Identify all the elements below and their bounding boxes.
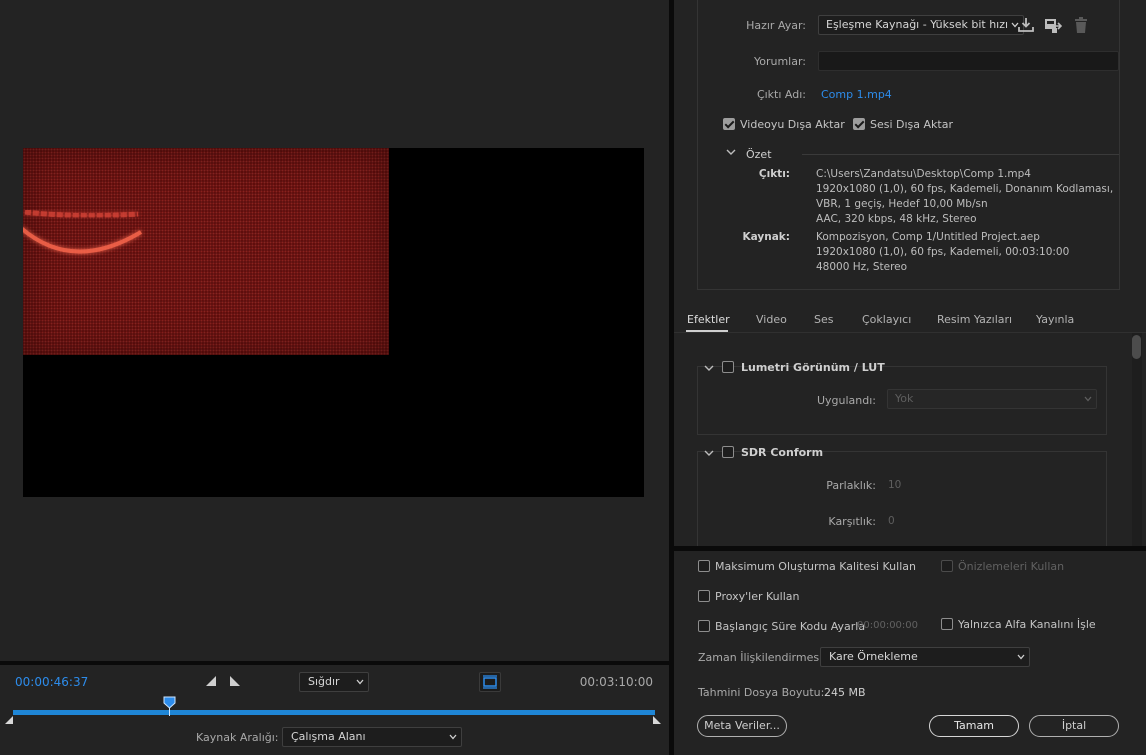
summary-chevron-down-icon[interactable] — [726, 148, 736, 156]
use-previews-label: Önizlemeleri Kullan — [958, 560, 1065, 573]
zoom-fit-value: Sığdır — [308, 675, 340, 688]
summary-output-key: Çıktı: — [758, 168, 790, 180]
export-settings-group: Hazır Ayar: Eşleşme Kaynağı - Yüksek bit… — [697, 0, 1120, 290]
export-audio-checkbox[interactable] — [853, 118, 865, 130]
max-render-quality-checkbox[interactable] — [698, 560, 710, 572]
summary-output-line: C:\Users\Zandatsu\Desktop\Comp 1.mp4 — [816, 168, 1031, 180]
time-interpolation-dropdown[interactable]: Kare Örnekleme — [820, 647, 1030, 667]
effects-list: Lumetri Görünüm / LUT Uygulandı: Yok SDR… — [674, 333, 1146, 546]
lumetri-title: Lumetri Görünüm / LUT — [741, 361, 885, 374]
tab-audio[interactable]: Ses — [814, 313, 833, 326]
output-name-link[interactable]: Comp 1.mp4 — [821, 88, 892, 101]
summary-divider — [802, 154, 1119, 155]
metadata-button[interactable]: Meta Veriler... — [697, 715, 787, 737]
panel-divider — [0, 661, 669, 665]
comments-label: Yorumlar: — [753, 55, 806, 68]
use-proxies-label[interactable]: Proxy'ler Kullan — [715, 590, 799, 603]
sdr-chevron-down-icon[interactable] — [704, 449, 714, 457]
source-range-label: Kaynak Aralığı: — [196, 731, 279, 744]
lumetri-chevron-down-icon[interactable] — [704, 364, 714, 372]
chevron-down-icon — [1017, 654, 1025, 660]
work-area-start-handle-icon[interactable] — [4, 715, 14, 725]
alpha-only-label[interactable]: Yalnızca Alfa Kanalını İşle — [958, 618, 1096, 631]
tab-effects[interactable]: Efektler — [687, 313, 730, 326]
summary-output-line: 1920x1080 (1,0), 60 fps, Kademeli, Donan… — [816, 183, 1116, 195]
tab-video[interactable]: Video — [756, 313, 787, 326]
start-timecode-value: 00:00:00:00 — [857, 620, 919, 631]
playhead-icon[interactable] — [163, 696, 176, 716]
contrast-label: Karşıtlık: — [828, 515, 876, 528]
work-area-end-handle-icon[interactable] — [652, 715, 662, 725]
file-size-value: 245 MB — [824, 686, 866, 699]
preset-dropdown[interactable]: Eşleşme Kaynağı - Yüksek bit hızı — [818, 15, 1024, 35]
import-preset-icon[interactable] — [1017, 16, 1035, 34]
lut-applied-value: Yok — [895, 392, 914, 405]
sdr-conform-checkbox[interactable] — [722, 446, 734, 458]
panel-splitter[interactable] — [674, 546, 1146, 551]
summary-title: Özet — [746, 148, 772, 161]
zoom-fit-dropdown[interactable]: Sığdır — [299, 672, 369, 692]
alpha-only-checkbox[interactable] — [941, 618, 953, 630]
video-preview — [23, 148, 644, 497]
brightness-label: Parlaklık: — [826, 479, 876, 492]
range-fit-icon — [483, 675, 497, 689]
set-start-timecode-checkbox[interactable] — [698, 620, 710, 632]
max-render-quality-label[interactable]: Maksimum Oluşturma Kalitesi Kullan — [715, 560, 916, 573]
time-interpolation-value: Kare Örnekleme — [829, 650, 918, 663]
active-tab-indicator — [686, 330, 728, 332]
source-range-value: Çalışma Alanı — [291, 730, 366, 743]
preset-value: Eşleşme Kaynağı - Yüksek bit hızı — [826, 18, 1009, 31]
chevron-down-icon — [356, 679, 364, 685]
duration-timecode: 00:03:10:00 — [579, 675, 653, 689]
set-start-timecode-label[interactable]: Başlangıç Süre Kodu Ayarla — [715, 620, 865, 633]
sdr-conform-title: SDR Conform — [741, 446, 824, 459]
export-video-checkbox[interactable] — [723, 118, 735, 130]
sdr-conform-section: SDR Conform — [697, 446, 1107, 546]
export-settings-panel: Hazır Ayar: Eşleşme Kaynağı - Yüksek bit… — [674, 0, 1146, 755]
chevron-down-icon — [449, 734, 457, 740]
export-video-label[interactable]: Videoyu Dışa Aktar — [740, 118, 845, 131]
comments-input[interactable] — [818, 51, 1119, 71]
chevron-down-icon — [1084, 396, 1092, 402]
use-proxies-checkbox[interactable] — [698, 590, 710, 602]
summary-source-line: 48000 Hz, Stereo — [816, 261, 908, 273]
set-in-point-icon[interactable] — [206, 676, 216, 686]
source-preview-panel: 00:00:46:37 Sığdır 00:03:10:00 Kaynak Ar… — [0, 0, 669, 755]
effects-scrollbar[interactable] — [1132, 333, 1142, 546]
timeline-scrubber[interactable] — [13, 710, 655, 715]
cancel-button[interactable]: İptal — [1029, 715, 1119, 737]
trash-icon[interactable] — [1072, 16, 1090, 34]
export-audio-label[interactable]: Sesi Dışa Aktar — [870, 118, 953, 131]
effects-scrollbar-thumb[interactable] — [1132, 335, 1141, 359]
use-previews-checkbox — [941, 560, 953, 572]
source-range-dropdown[interactable]: Çalışma Alanı — [282, 727, 462, 747]
tab-captions[interactable]: Resim Yazıları — [937, 313, 1012, 326]
settings-tabs: Efektler Video Ses Çoklayıcı Resim Yazıl… — [674, 306, 1146, 333]
summary-source-line: Kompozisyon, Comp 1/Untitled Project.aep — [816, 231, 1040, 243]
save-preset-icon[interactable] — [1044, 16, 1062, 34]
summary-output-details: C:\Users\Zandatsu\Desktop\Comp 1.mp4 192… — [816, 167, 1116, 227]
tab-multiplexer[interactable]: Çoklayıcı — [862, 313, 911, 326]
applied-label: Uygulandı: — [816, 394, 876, 407]
summary-source-details: Kompozisyon, Comp 1/Untitled Project.aep… — [816, 230, 1116, 275]
ok-button[interactable]: Tamam — [929, 715, 1019, 737]
preview-glow-arc — [23, 209, 143, 254]
set-out-point-icon[interactable] — [230, 676, 240, 686]
contrast-value: 0 — [888, 515, 895, 527]
time-interpolation-label: Zaman İlişkilendirmesi: — [698, 651, 826, 664]
brightness-value: 10 — [888, 479, 902, 491]
summary-output-line: VBR, 1 geçiş, Hedef 10,00 Mb/sn — [816, 198, 988, 210]
preset-label: Hazır Ayar: — [746, 19, 806, 32]
file-size-label: Tahmini Dosya Boyutu: — [698, 686, 825, 699]
fit-range-button[interactable] — [479, 672, 501, 692]
summary-output-line: AAC, 320 kbps, 48 kHz, Stereo — [816, 213, 977, 225]
tab-publish[interactable]: Yayınla — [1036, 313, 1074, 326]
summary-source-line: 1920x1080 (1,0), 60 fps, Kademeli, 00:03… — [816, 246, 1070, 258]
summary-source-key: Kaynak: — [742, 231, 791, 243]
output-name-label: Çıktı Adı: — [756, 88, 806, 101]
lumetri-checkbox[interactable] — [722, 361, 734, 373]
current-timecode[interactable]: 00:00:46:37 — [15, 675, 88, 689]
lut-applied-dropdown: Yok — [887, 389, 1097, 409]
